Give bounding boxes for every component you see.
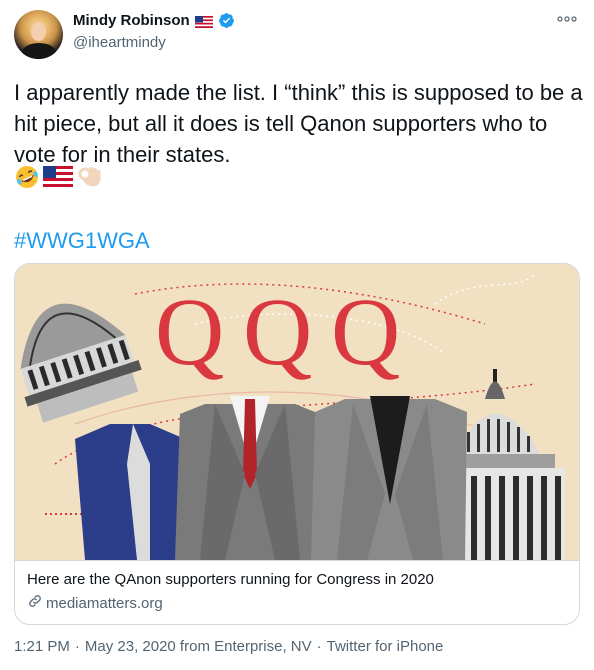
hashtag-link[interactable]: #WWG1WGA [14, 228, 150, 254]
ok-hand-emoji [76, 164, 102, 195]
tweet-source[interactable]: Twitter for iPhone [327, 638, 444, 655]
card-image[interactable]: Q Q Q [15, 264, 579, 560]
card-domain-row[interactable]: mediamatters.org [27, 593, 163, 614]
link-icon [27, 593, 43, 614]
avatar[interactable] [14, 10, 63, 59]
tweet-date-location[interactable]: May 23, 2020 from Enterprise, NV [85, 638, 312, 655]
rolling-on-floor-laughing-emoji [14, 164, 40, 195]
card-title[interactable]: Here are the QAnon supporters running fo… [27, 571, 434, 588]
verified-badge-icon [218, 12, 235, 29]
card-q-letter-2: Q [243, 278, 312, 385]
us-flag-emoji [43, 166, 73, 193]
card-domain[interactable]: mediamatters.org [46, 595, 163, 612]
meta-separator-2: · [316, 638, 322, 655]
card-info[interactable]: Here are the QAnon supporters running fo… [15, 560, 579, 624]
author-name-row[interactable]: Mindy Robinson [73, 12, 235, 29]
tweet-text: I apparently made the list. I “think” th… [14, 80, 583, 167]
tweet-time[interactable]: 1:21 PM [14, 638, 70, 655]
emoji-row [14, 164, 102, 195]
card-q-letter-1: Q [155, 278, 224, 385]
display-name[interactable]: Mindy Robinson [73, 12, 190, 29]
author-handle[interactable]: @iheartmindy [73, 34, 166, 51]
more-options-icon[interactable] [556, 8, 578, 30]
link-card[interactable]: Q Q Q Here are the QAnon supporters runn… [14, 263, 580, 625]
meta-separator-1: · [74, 638, 80, 655]
card-q-letter-3: Q [331, 278, 400, 385]
us-flag-icon [194, 15, 213, 28]
tweet-meta: 1:21 PM · May 23, 2020 from Enterprise, … [14, 638, 443, 655]
